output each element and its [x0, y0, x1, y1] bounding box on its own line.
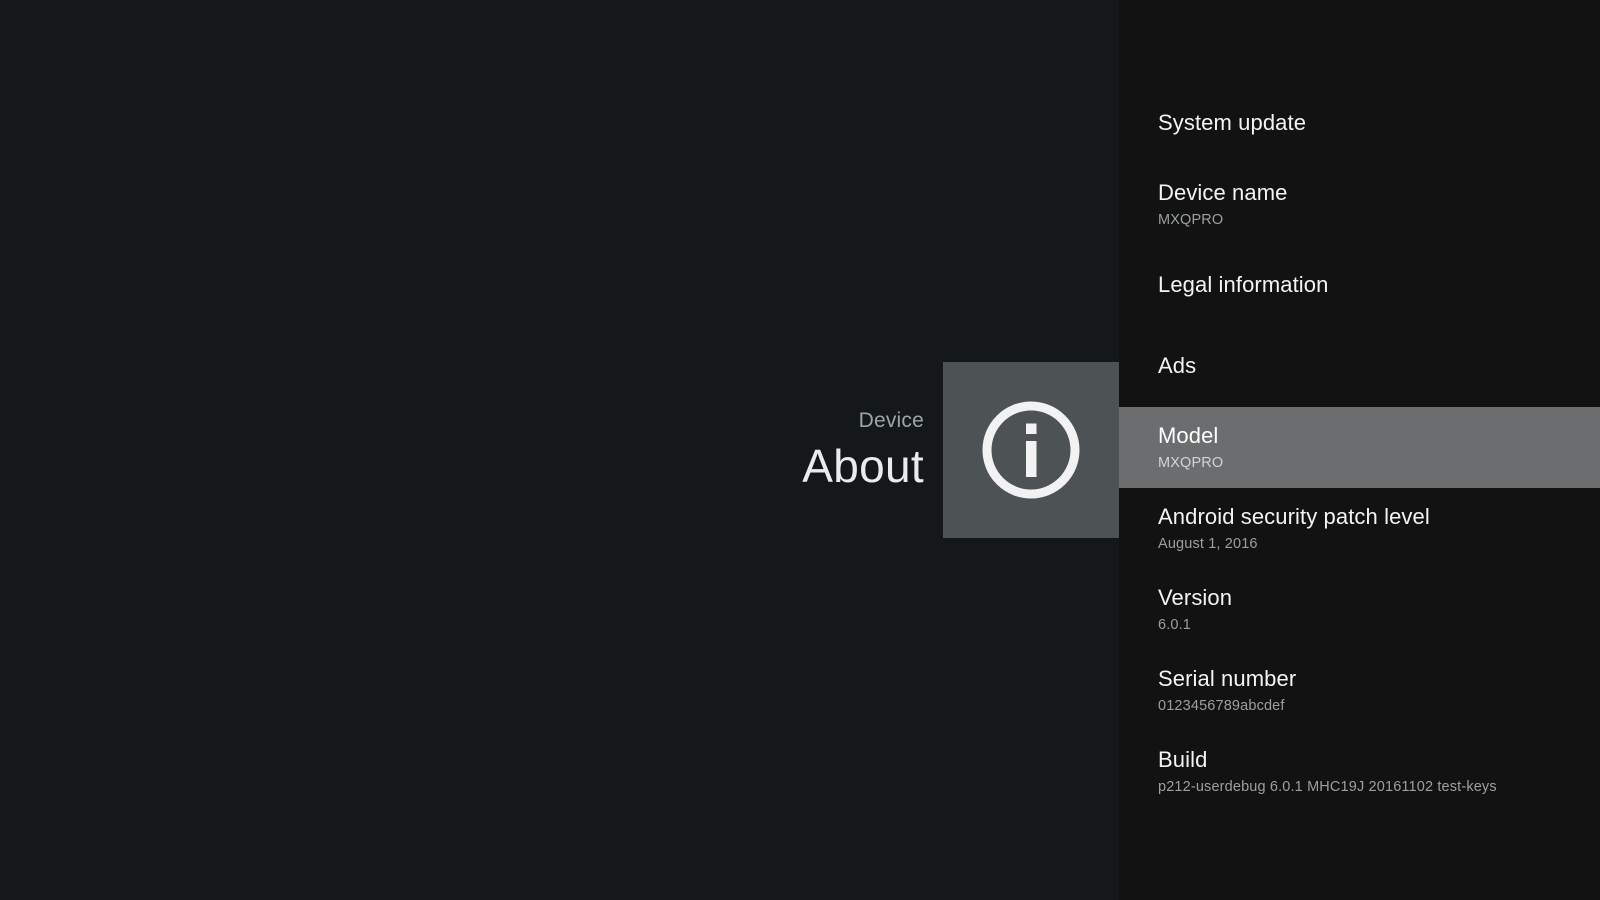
- page-title: About: [802, 442, 924, 490]
- settings-row-label: System update: [1158, 110, 1600, 136]
- settings-row-value: p212-userdebug 6.0.1 MHC19J 20161102 tes…: [1158, 778, 1600, 796]
- settings-row-value: MXQPRO: [1158, 211, 1600, 229]
- settings-row-value: August 1, 2016: [1158, 535, 1600, 553]
- settings-row[interactable]: Version 6.0.1: [1119, 569, 1600, 650]
- settings-row-label: Serial number: [1158, 666, 1600, 692]
- settings-row-label: Version: [1158, 585, 1600, 611]
- breadcrumb-category: Device: [859, 409, 924, 432]
- settings-row-label: Device name: [1158, 180, 1600, 206]
- settings-row[interactable]: Android security patch level August 1, 20…: [1119, 488, 1600, 569]
- settings-row-value: 6.0.1: [1158, 616, 1600, 634]
- settings-list[interactable]: System update Device name MXQPRO Legal info…: [1119, 83, 1600, 812]
- settings-row-label: Ads: [1158, 353, 1600, 379]
- settings-row[interactable]: Legal information: [1119, 245, 1600, 326]
- settings-row[interactable]: Device name MXQPRO: [1119, 164, 1600, 245]
- hero-panel: Device About: [0, 0, 1119, 900]
- settings-row[interactable]: Serial number 0123456789abcdef: [1119, 650, 1600, 731]
- hero-text-block: Device About: [802, 409, 943, 490]
- settings-row-label: Build: [1158, 747, 1600, 773]
- about-settings-screen: Device About System update Device name MXQ…: [0, 0, 1600, 900]
- info-circle-icon: [977, 396, 1085, 504]
- settings-row[interactable]: Build p212-userdebug 6.0.1 MHC19J 2016110…: [1119, 731, 1600, 812]
- settings-row-label: Model: [1158, 423, 1600, 449]
- settings-row[interactable]: System update: [1119, 83, 1600, 164]
- about-info-tile: [943, 362, 1119, 538]
- settings-panel: System update Device name MXQPRO Legal info…: [1119, 0, 1600, 900]
- settings-row[interactable]: Ads: [1119, 326, 1600, 407]
- settings-row-label: Android security patch level: [1158, 504, 1600, 530]
- settings-row-label: Legal information: [1158, 272, 1600, 298]
- settings-row[interactable]: Model MXQPRO: [1119, 407, 1600, 488]
- hero-content: Device About: [0, 362, 1119, 538]
- settings-row-value: 0123456789abcdef: [1158, 697, 1600, 715]
- settings-row-value: MXQPRO: [1158, 454, 1600, 472]
